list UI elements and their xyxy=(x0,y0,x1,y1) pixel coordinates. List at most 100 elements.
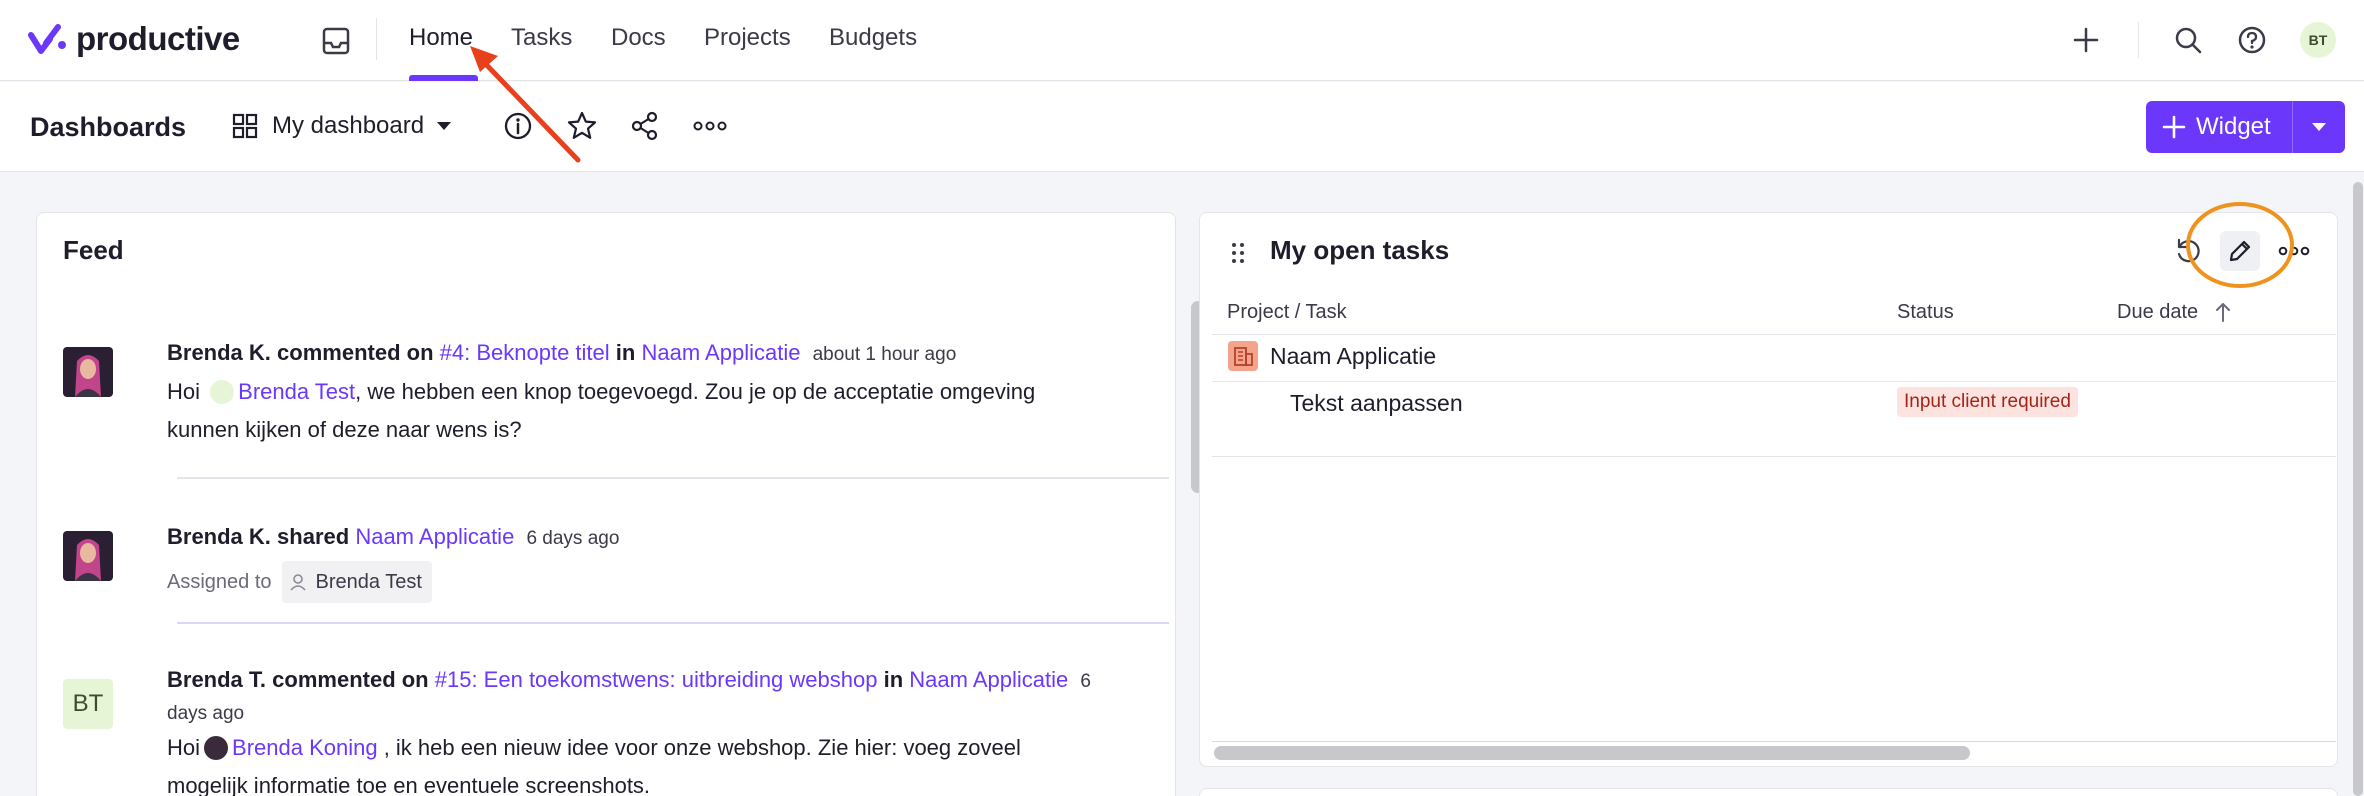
feed-author[interactable]: Brenda T. xyxy=(167,667,266,692)
scroll-track-line xyxy=(1212,741,2336,742)
user-photo-icon xyxy=(63,531,113,581)
person-icon xyxy=(289,574,306,591)
favorite-button[interactable] xyxy=(564,108,600,144)
help-button[interactable] xyxy=(2234,22,2270,58)
status-badge[interactable]: Input client required xyxy=(1897,387,2078,417)
tasks-horizontal-scrollbar[interactable] xyxy=(1214,746,2338,760)
assignee-chip[interactable]: Brenda Test xyxy=(281,561,432,603)
feed-in: in xyxy=(883,667,904,692)
productive-logo[interactable]: productive xyxy=(28,20,240,58)
project-name[interactable]: Naam Applicatie xyxy=(1270,343,1436,370)
help-icon xyxy=(2238,26,2266,54)
next-widget xyxy=(1199,788,2338,796)
column-header-status[interactable]: Status xyxy=(1897,301,1954,324)
more-icon xyxy=(693,121,727,131)
logo-text: productive xyxy=(76,20,240,57)
active-tab-indicator xyxy=(409,75,478,81)
task-link[interactable]: #15: Een toekomstwens: uitbreiding websh… xyxy=(435,667,878,692)
assigned-label: Assigned to xyxy=(167,571,272,593)
user-avatar[interactable]: BT xyxy=(2300,22,2336,58)
add-widget-label: Widget xyxy=(2196,113,2271,140)
nav-home[interactable]: Home xyxy=(409,24,473,52)
sort-ascending-icon[interactable] xyxy=(2214,301,2232,323)
nav-divider xyxy=(376,18,377,60)
feed-time-cont: days ago xyxy=(167,703,245,724)
column-header-due-date[interactable]: Due date xyxy=(2117,301,2198,324)
project-link[interactable]: Naam Applicatie xyxy=(355,524,514,549)
tasks-title: My open tasks xyxy=(1270,235,1450,265)
table-divider xyxy=(1212,381,2336,382)
scrollbar-thumb[interactable] xyxy=(2353,182,2363,796)
refresh-button[interactable] xyxy=(2170,233,2206,269)
mention-link[interactable]: Brenda Koning xyxy=(232,735,378,760)
project-link[interactable]: Naam Applicatie xyxy=(909,667,1068,692)
nav-projects[interactable]: Projects xyxy=(704,24,791,52)
page-scrollbar[interactable] xyxy=(2350,172,2364,796)
dashboard-toolbar: Dashboards My dashboard Widget xyxy=(0,82,2364,172)
info-button[interactable] xyxy=(500,108,536,144)
add-widget-dropdown[interactable] xyxy=(2293,101,2345,153)
drag-handle-icon xyxy=(1232,243,1244,263)
dashboard-select-label: My dashboard xyxy=(272,112,425,139)
nav-tasks[interactable]: Tasks xyxy=(511,24,572,52)
inbox-button[interactable] xyxy=(318,24,354,58)
edit-widget-button[interactable] xyxy=(2220,231,2260,271)
create-button[interactable] xyxy=(2068,22,2104,58)
feed-time: 6 days ago xyxy=(526,528,620,549)
feed-action: commented on xyxy=(272,667,429,692)
share-button[interactable] xyxy=(627,108,663,144)
dashboard-select[interactable]: My dashboard xyxy=(232,106,452,146)
feed-action: commented on xyxy=(277,340,434,365)
more-button[interactable] xyxy=(690,108,730,144)
widget-more-button[interactable] xyxy=(2274,233,2314,269)
feed-author[interactable]: Brenda K. xyxy=(167,524,271,549)
comment-line-1: , ik heb een nieuw idee voor onze websho… xyxy=(377,735,1021,760)
feed-author[interactable]: Brenda K. xyxy=(167,340,271,365)
feed-item-content: Brenda K. commented on #4: Beknopte tite… xyxy=(167,335,1157,449)
user-photo-icon xyxy=(63,347,113,397)
table-row-divider xyxy=(1212,456,2336,457)
nav-budgets[interactable]: Budgets xyxy=(829,24,917,52)
search-button[interactable] xyxy=(2170,22,2206,58)
add-widget-button[interactable]: Widget xyxy=(2146,101,2345,153)
feed-divider xyxy=(177,622,1169,624)
feed-item-content: Brenda K. shared Naam Applicatie 6 days … xyxy=(167,519,1157,603)
pencil-icon xyxy=(2229,240,2251,262)
assigned-row: Assigned to Brenda Test xyxy=(167,561,1157,603)
assignee-name: Brenda Test xyxy=(315,571,422,593)
nav-divider-right xyxy=(2138,22,2139,58)
scrollbar-thumb[interactable] xyxy=(1214,746,1970,760)
feed-time: about 1 hour ago xyxy=(812,344,957,365)
share-icon xyxy=(631,111,658,141)
task-name[interactable]: Tekst aanpassen xyxy=(1290,390,1463,417)
nav-docs[interactable]: Docs xyxy=(611,24,666,52)
comment-line-1: , we hebben een knop toegevoegd. Zou je … xyxy=(355,379,1036,404)
refresh-icon xyxy=(2177,238,2200,263)
project-icon xyxy=(1228,341,1258,371)
column-header-project[interactable]: Project / Task xyxy=(1227,301,1347,324)
feed-time: 6 xyxy=(1080,671,1091,692)
inbox-icon xyxy=(322,27,350,55)
plus-icon xyxy=(2073,27,2099,53)
mention-avatar xyxy=(210,380,235,404)
task-link[interactable]: #4: Beknopte titel xyxy=(440,340,610,365)
feed-action: shared xyxy=(277,524,350,549)
avatar[interactable] xyxy=(63,347,113,397)
comment-prefix: Hoi xyxy=(167,735,201,760)
mention-link[interactable]: Brenda Test xyxy=(238,379,355,404)
avatar[interactable]: BT xyxy=(63,679,113,729)
comment-line-2: mogelijk informatie toe en eventuele scr… xyxy=(167,773,651,796)
comment-line-2: kunnen kijken of deze naar wens is? xyxy=(167,417,522,442)
caret-down-icon xyxy=(437,122,452,130)
plus-icon xyxy=(2162,115,2186,139)
feed-title: Feed xyxy=(63,235,124,265)
project-link[interactable]: Naam Applicatie xyxy=(641,340,800,365)
drag-handle[interactable] xyxy=(1230,241,1246,270)
comment-prefix: Hoi xyxy=(167,379,201,404)
star-icon xyxy=(567,111,597,139)
caret-down-icon xyxy=(2312,123,2326,131)
avatar[interactable] xyxy=(63,531,113,581)
mention-avatar xyxy=(204,736,229,760)
add-widget-main[interactable]: Widget xyxy=(2146,101,2292,153)
grid-icon xyxy=(232,113,258,139)
